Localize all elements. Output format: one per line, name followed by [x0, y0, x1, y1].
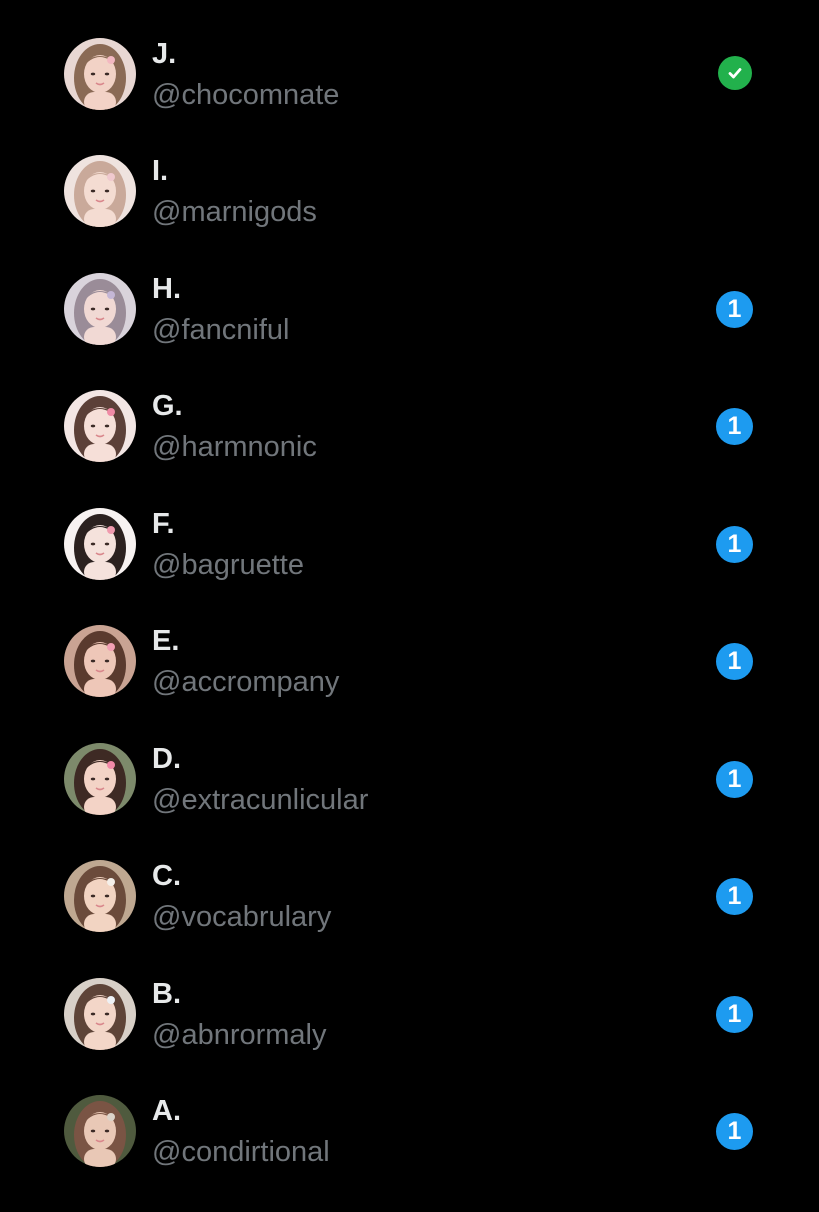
avatar[interactable] [64, 38, 136, 110]
account-handle: @marnigods [152, 196, 317, 228]
unread-count: 1 [727, 765, 742, 793]
avatar-photo [64, 390, 136, 462]
unread-count: 1 [727, 412, 742, 440]
avatar[interactable] [64, 390, 136, 462]
account-row[interactable]: E. @accrompany 1 [0, 625, 819, 742]
account-row[interactable]: H. @fancniful 1 [0, 273, 819, 390]
unread-count: 1 [727, 1000, 742, 1028]
unread-count-badge: 1 [716, 408, 753, 445]
account-name: H. [152, 273, 181, 305]
account-row[interactable]: D. @extracunlicular 1 [0, 743, 819, 860]
unread-count-badge: 1 [716, 643, 753, 680]
avatar-photo [64, 273, 136, 345]
account-name: A. [152, 1095, 181, 1127]
account-handle: @bagruette [152, 549, 304, 581]
account-row[interactable]: A. @condirtional 1 [0, 1095, 819, 1212]
account-name: E. [152, 625, 180, 657]
account-name: B. [152, 978, 181, 1010]
account-row[interactable]: I. @marnigods [0, 155, 819, 272]
avatar[interactable] [64, 508, 136, 580]
account-name: I. [152, 155, 169, 187]
avatar-photo [64, 978, 136, 1050]
account-handle: @harmnonic [152, 431, 317, 463]
unread-count-badge: 1 [716, 526, 753, 563]
account-row[interactable]: F. @bagruette 1 [0, 508, 819, 625]
avatar-photo [64, 860, 136, 932]
account-name: G. [152, 390, 183, 422]
account-handle: @fancniful [152, 314, 290, 346]
avatar[interactable] [64, 860, 136, 932]
unread-count: 1 [727, 1117, 742, 1145]
account-handle: @extracunlicular [152, 784, 369, 816]
account-name: D. [152, 743, 181, 775]
avatar-photo [64, 1095, 136, 1167]
account-name: F. [152, 508, 175, 540]
account-handle: @chocomnate [152, 79, 340, 111]
avatar-photo [64, 155, 136, 227]
avatar-photo [64, 508, 136, 580]
account-name: J. [152, 38, 177, 70]
account-row[interactable]: G. @harmnonic 1 [0, 390, 819, 507]
avatar-photo [64, 38, 136, 110]
avatar-photo [64, 743, 136, 815]
avatar[interactable] [64, 743, 136, 815]
unread-count-badge: 1 [716, 761, 753, 798]
avatar[interactable] [64, 1095, 136, 1167]
avatar[interactable] [64, 978, 136, 1050]
checkmark-icon [718, 56, 752, 90]
avatar[interactable] [64, 625, 136, 697]
account-row[interactable]: J. @chocomnate [0, 38, 819, 155]
avatar[interactable] [64, 273, 136, 345]
account-handle: @vocabrulary [152, 901, 332, 933]
avatar[interactable] [64, 155, 136, 227]
account-list: J. @chocomnate I. @marnigods H. @fancniful 1… [0, 0, 819, 1200]
unread-count: 1 [727, 530, 742, 558]
unread-count-badge: 1 [716, 291, 753, 328]
account-handle: @accrompany [152, 666, 340, 698]
account-name: C. [152, 860, 181, 892]
unread-count: 1 [727, 295, 742, 323]
unread-count-badge: 1 [716, 1113, 753, 1150]
account-row[interactable]: B. @abnrormaly 1 [0, 978, 819, 1095]
account-handle: @abnrormaly [152, 1019, 327, 1051]
unread-count: 1 [727, 882, 742, 910]
account-handle: @condirtional [152, 1136, 330, 1168]
avatar-photo [64, 625, 136, 697]
unread-count-badge: 1 [716, 996, 753, 1033]
unread-count-badge: 1 [716, 878, 753, 915]
account-row[interactable]: C. @vocabrulary 1 [0, 860, 819, 977]
unread-count: 1 [727, 647, 742, 675]
